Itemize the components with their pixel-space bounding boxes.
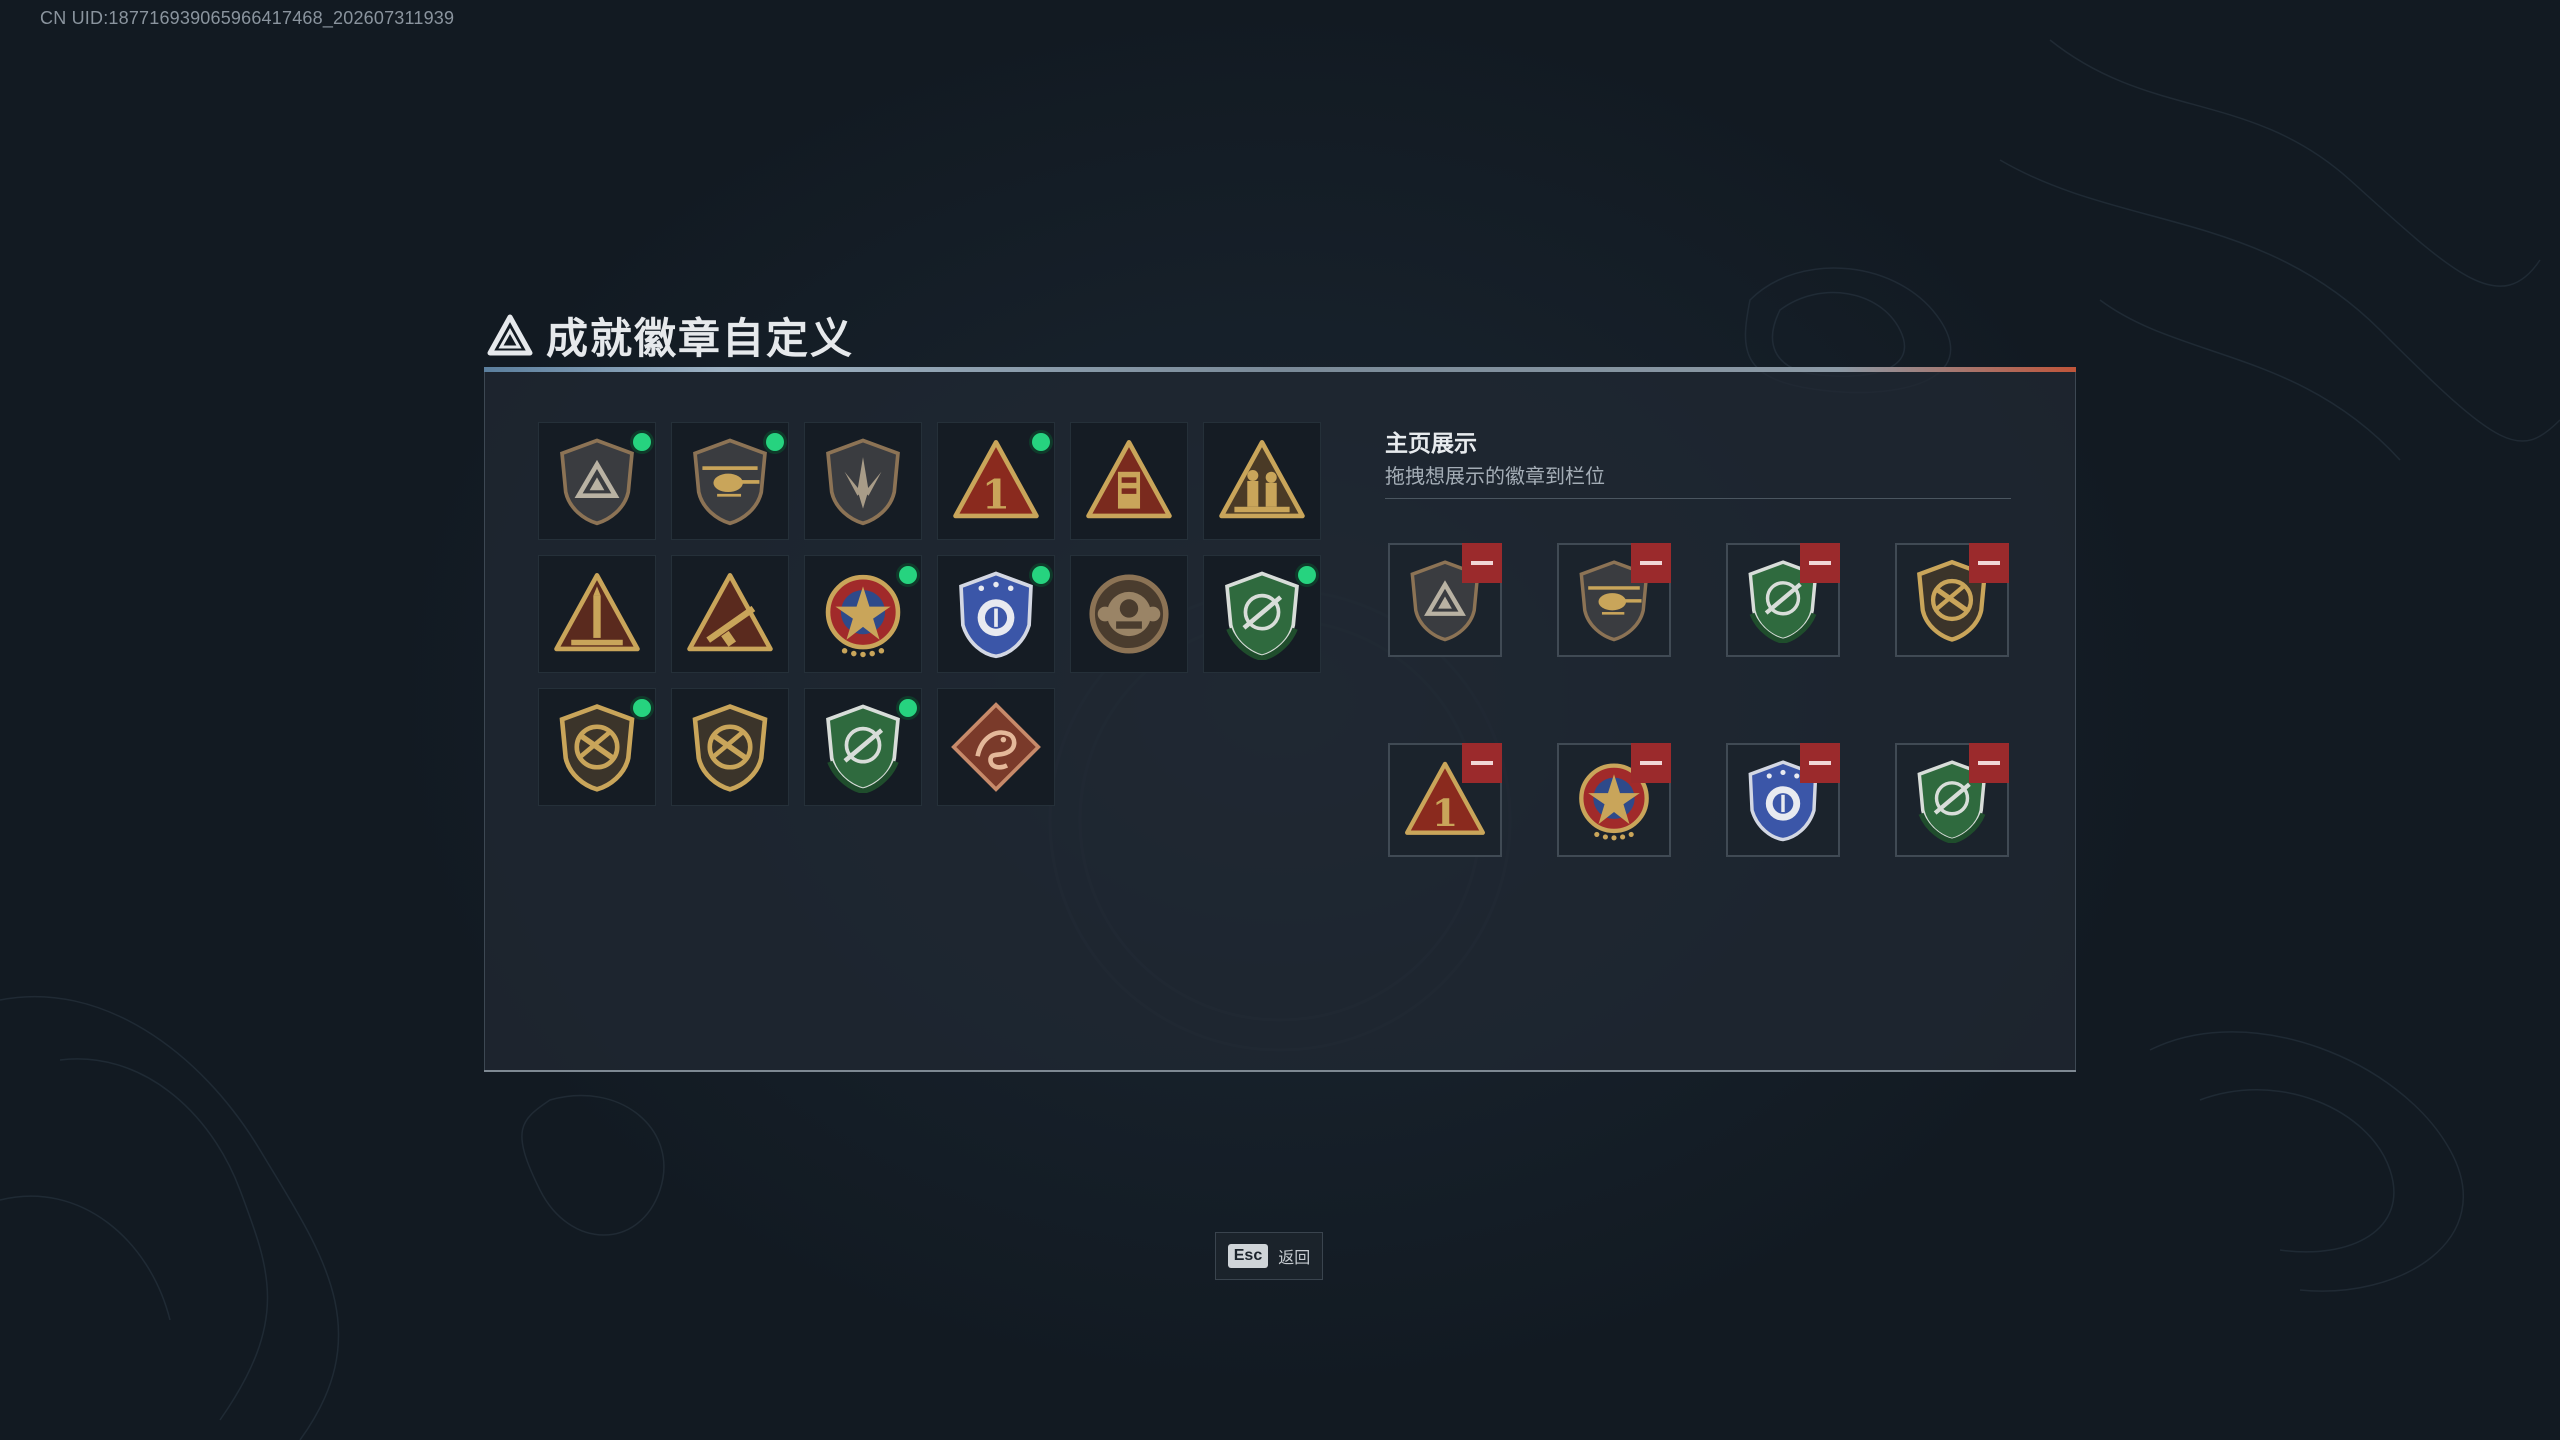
showcase-badge-slot[interactable]: 1 [1388, 743, 1502, 857]
inventory-badge-slot[interactable] [1203, 422, 1321, 540]
round-bronze-emblem-icon [1089, 574, 1169, 654]
inventory-badge-slot[interactable] [804, 422, 922, 540]
inventory-badge-slot[interactable] [1203, 555, 1321, 673]
triangle-logo-icon [487, 314, 533, 356]
inventory-badge-slot[interactable] [804, 555, 922, 673]
triangle-tower-badge-icon [1086, 440, 1172, 519]
triangle-rocket-badge-icon [554, 573, 640, 652]
showcase-badge-slot[interactable] [1726, 743, 1840, 857]
minus-icon [1809, 561, 1831, 565]
inventory-badge-slot[interactable] [804, 688, 922, 806]
dialog-accent-line [484, 367, 2076, 372]
remove-badge-button[interactable] [1631, 743, 1671, 783]
remove-badge-button[interactable] [1462, 743, 1502, 783]
shield-blades-badge-icon [826, 438, 900, 526]
new-indicator-dot [1032, 433, 1050, 451]
green-shield-crosshair-badge-icon [1225, 571, 1299, 660]
inventory-badge-slot[interactable] [671, 688, 789, 806]
showcase-divider [1385, 498, 2011, 499]
back-label: 返回 [1278, 1250, 1311, 1267]
green-shield-crosshair-badge-icon [826, 704, 900, 793]
inventory-badge-slot[interactable] [671, 422, 789, 540]
back-button[interactable]: Esc 返回 [1215, 1232, 1323, 1280]
minus-icon [1640, 761, 1662, 765]
remove-badge-button[interactable] [1800, 743, 1840, 783]
showcase-badge-slot[interactable] [1895, 543, 2009, 657]
inventory-badge-slot[interactable] [538, 555, 656, 673]
minus-icon [1809, 761, 1831, 765]
new-indicator-dot [633, 699, 651, 717]
showcase-title: 主页展示 [1385, 430, 1477, 456]
new-indicator-dot [1032, 566, 1050, 584]
svg-text:1: 1 [982, 471, 1010, 519]
inventory-badge-slot[interactable] [538, 688, 656, 806]
remove-badge-button[interactable] [1800, 543, 1840, 583]
minus-icon [1978, 761, 2000, 765]
minus-icon [1471, 561, 1493, 565]
remove-badge-button[interactable] [1462, 543, 1502, 583]
inventory-badge-slot[interactable]: 1 [937, 422, 1055, 540]
esc-key-icon: Esc [1227, 1244, 1269, 1268]
inventory-badge-slot[interactable] [538, 422, 656, 540]
new-indicator-dot [899, 566, 917, 584]
new-indicator-dot [1298, 566, 1316, 584]
new-indicator-dot [633, 433, 651, 451]
gold-shield-no-gun-badge-icon [692, 704, 768, 792]
inventory-badge-slot[interactable] [1070, 422, 1188, 540]
showcase-badge-slot[interactable] [1557, 743, 1671, 857]
inventory-badge-slot[interactable] [671, 555, 789, 673]
page-title: 成就徽章自定义 [546, 314, 855, 362]
showcase-badge-slot[interactable] [1557, 543, 1671, 657]
remove-badge-button[interactable] [1631, 543, 1671, 583]
showcase-badge-slot[interactable] [1895, 743, 2009, 857]
uid-label: CN UID:1877169390659664174​68_2026073119… [40, 8, 455, 28]
triangle-rifle-badge-icon [687, 573, 773, 652]
new-indicator-dot [766, 433, 784, 451]
minus-icon [1640, 561, 1662, 565]
star-medal-badge-icon [825, 574, 901, 658]
dialog-bottom-line [484, 1070, 2076, 1072]
blue-police-badge-icon [959, 571, 1033, 659]
new-indicator-dot [899, 699, 917, 717]
shield-helicopter-badge-icon [693, 438, 767, 526]
minus-icon [1978, 561, 2000, 565]
showcase-subtitle: 拖拽想展示的徽章到栏位 [1385, 466, 1605, 488]
triangle-number-one-badge-icon: 1 [953, 440, 1039, 519]
remove-badge-button[interactable] [1969, 743, 2009, 783]
minus-icon [1471, 761, 1493, 765]
inventory-badge-slot[interactable] [937, 555, 1055, 673]
gold-shield-no-gun-badge-icon [559, 704, 635, 792]
shield-triangle-badge-icon [560, 438, 634, 526]
showcase-badge-slot[interactable] [1388, 543, 1502, 657]
triangle-soldiers-badge-icon [1219, 440, 1305, 519]
showcase-badge-slot[interactable] [1726, 543, 1840, 657]
inventory-badge-slot[interactable] [937, 688, 1055, 806]
dragon-diamond-badge-icon [951, 702, 1041, 792]
inventory-badge-slot[interactable] [1070, 555, 1188, 673]
dialog-title-bar: 成就徽章自定义 [486, 305, 854, 365]
svg-text:1: 1 [1432, 790, 1458, 835]
remove-badge-button[interactable] [1969, 543, 2009, 583]
